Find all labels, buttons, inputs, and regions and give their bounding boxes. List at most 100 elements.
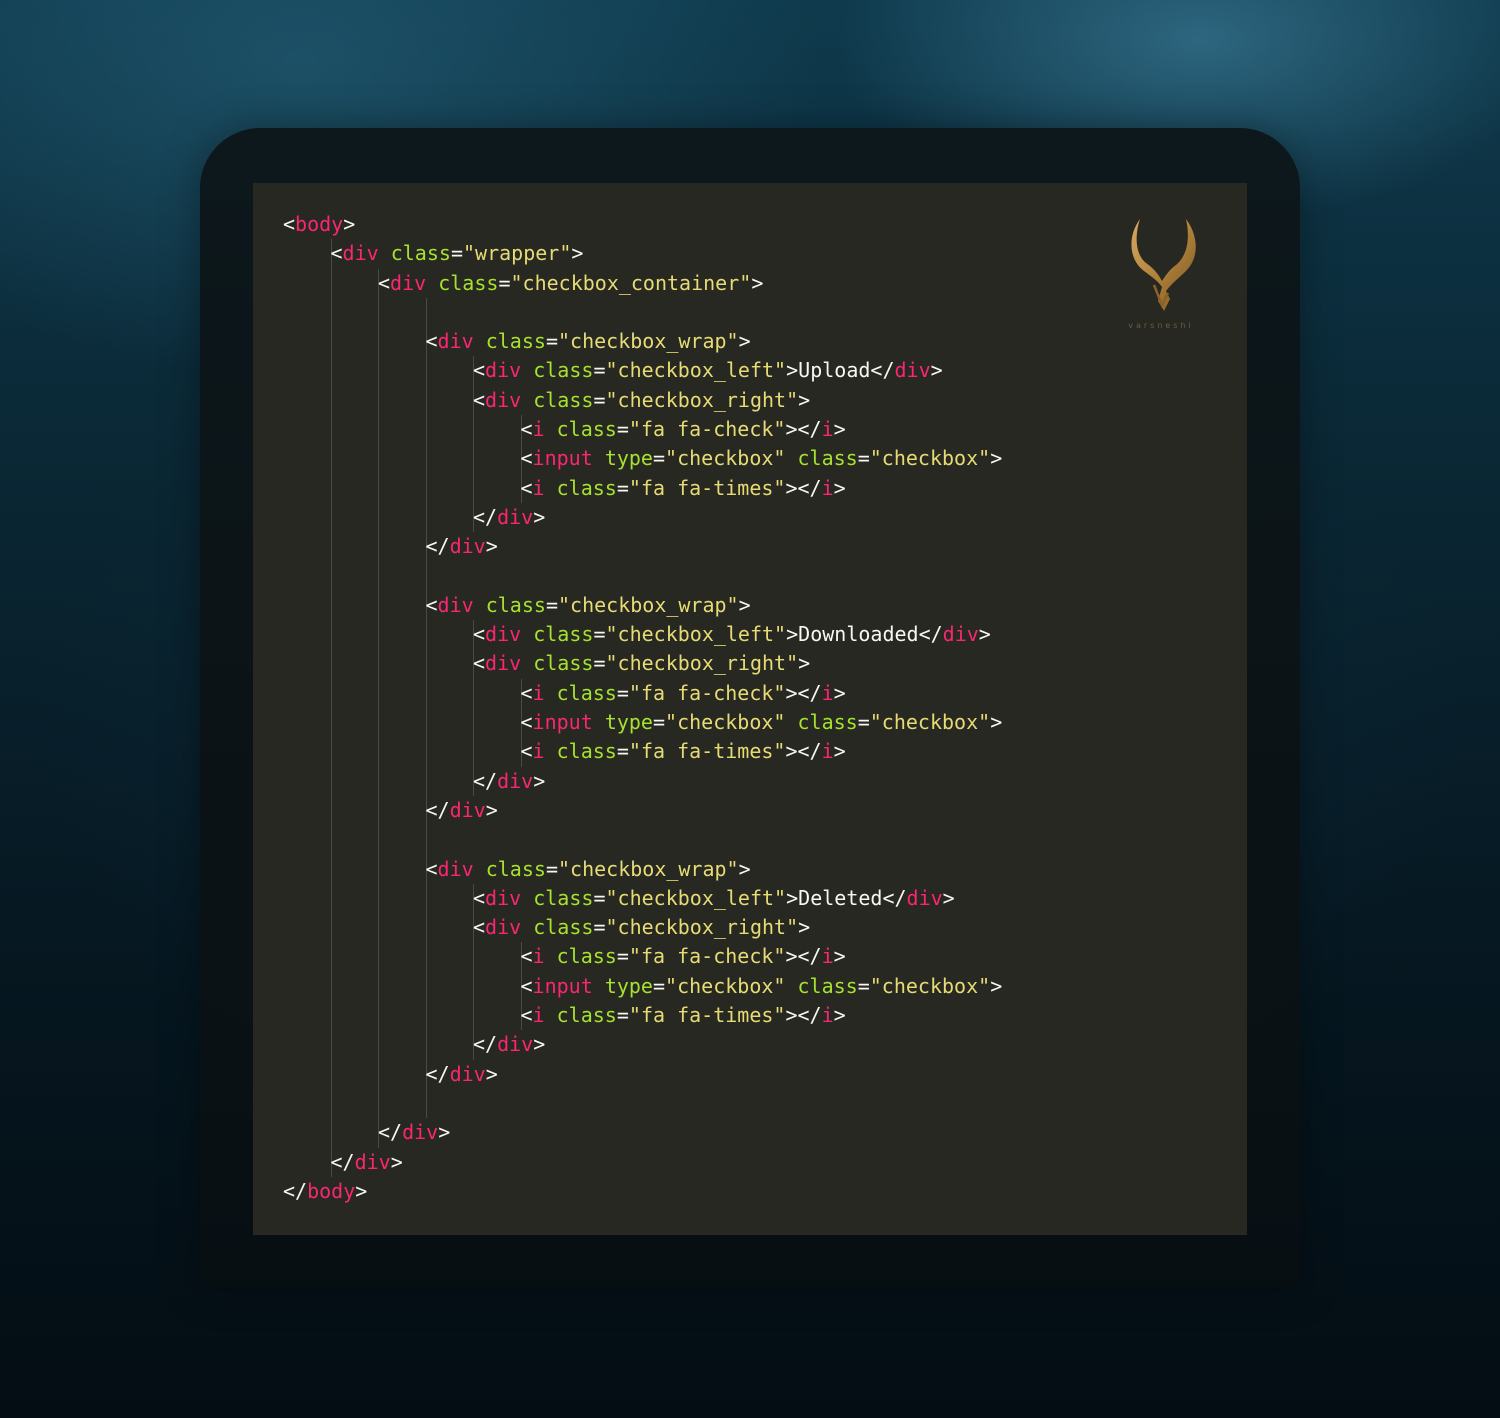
indent-guide	[378, 1001, 379, 1031]
indent-guide	[330, 356, 332, 386]
code-token-txt: Upload	[798, 358, 871, 383]
code-token-tag: div	[497, 768, 534, 793]
code-token-punc: </	[918, 622, 943, 647]
code-token-str: "checkbox"	[665, 446, 786, 471]
code-editor: <body> <div class="wrapper"> <div class="c…	[253, 183, 1247, 1235]
code-token-tag: div	[497, 1032, 534, 1057]
indent-guide	[473, 737, 474, 767]
indent-guide	[378, 795, 379, 826]
code-token-punc: >	[833, 1003, 846, 1028]
code-line: <body>	[283, 210, 801, 239]
code-token-attr: class	[797, 973, 858, 998]
code-line: <input type="checkbox" class="checkbox">	[283, 444, 1002, 474]
indent-guide	[378, 356, 379, 386]
code-token-tag: div	[906, 885, 943, 910]
code-line: <div class="checkbox_left">Upload</div>	[283, 356, 943, 386]
code-line: <i class="fa fa-times"></i>	[283, 473, 846, 503]
code-token-punc: >	[833, 739, 846, 764]
code-token-attr: class	[390, 241, 451, 266]
code-line-content: <div class="checkbox_right">	[473, 651, 810, 675]
code-token-punc: <	[520, 475, 533, 500]
indent-guide	[378, 678, 379, 709]
code-token-punc: ></	[785, 944, 822, 969]
code-line-content: <div class="checkbox_right">	[473, 388, 810, 412]
code-line-content: <body>	[283, 212, 355, 236]
indent-guide	[378, 1030, 379, 1060]
code-line-content: </div>	[426, 1062, 498, 1086]
code-token-punc: =	[498, 270, 511, 295]
code-token-punc: =	[616, 739, 629, 764]
code-token-tag: div	[354, 1149, 391, 1174]
code-token-str: "checkbox_container"	[510, 270, 752, 295]
indent-guide	[378, 883, 379, 914]
code-token-attr: class	[533, 885, 594, 910]
code-token-str: "checkbox_right"	[605, 915, 799, 940]
indent-guide	[330, 883, 332, 914]
code-token-punc: >	[738, 856, 751, 881]
code-token-str: "fa fa-times"	[628, 475, 786, 500]
code-token-tag: i	[821, 417, 834, 442]
antler-emblem-icon	[1131, 219, 1196, 311]
code-token-punc: =	[652, 446, 666, 471]
code-token-punc: </	[473, 504, 498, 529]
code-token-tag: i	[532, 739, 545, 764]
indent-guide	[473, 942, 474, 972]
code-token-tag: div	[449, 797, 486, 822]
code-line-content: </div>	[473, 1032, 545, 1056]
code-token-punc: </	[283, 1178, 308, 1203]
code-token-punc: </	[473, 768, 498, 793]
code-token-punc: >	[343, 212, 356, 236]
code-token-punc: </	[425, 1061, 450, 1086]
code-line: <div class="checkbox_wrap">	[283, 590, 801, 621]
code-line-content: <i class="fa fa-check"></i>	[521, 944, 846, 968]
code-token-punc: =	[616, 680, 629, 705]
code-line-content: <div class="checkbox_container">	[378, 271, 763, 295]
code-block: <body> <div class="wrapper"> <div class="c…	[283, 210, 1002, 1206]
code-token-punc: >	[833, 475, 846, 500]
code-line: <i class="fa fa-check"></i>	[283, 415, 846, 445]
code-token-str: "checkbox_left"	[605, 622, 787, 647]
code-token-attr: class	[556, 739, 617, 764]
code-line-content: <i class="fa fa-check"></i>	[521, 417, 846, 441]
code-token-punc: >	[833, 680, 846, 705]
code-line: <div class="wrapper">	[283, 239, 801, 269]
code-token-str: "checkbox_left"	[605, 885, 787, 910]
code-line-content: </div>	[473, 505, 545, 529]
code-token-punc: <	[520, 680, 533, 705]
code-token-punc: >	[798, 651, 811, 676]
code-token-punc: =	[593, 387, 606, 412]
indent-guide	[378, 590, 379, 621]
code-token-str: "checkbox"	[665, 973, 786, 998]
code-token-punc: >	[571, 241, 584, 266]
code-token-punc: </	[870, 358, 895, 383]
indent-guide	[378, 532, 379, 562]
code-token-attr: class	[556, 944, 617, 969]
code-token-tag: div	[485, 622, 522, 647]
code-line-content: <div class="checkbox_wrap">	[426, 857, 751, 881]
code-token-punc: >	[751, 270, 764, 295]
indent-guide	[378, 620, 379, 650]
code-token-punc: =	[593, 885, 606, 910]
code-token-punc: =	[593, 915, 606, 940]
indent-guide	[473, 678, 474, 709]
code-token-punc: >	[485, 797, 498, 822]
indent-guide	[425, 385, 427, 416]
indent-guide	[378, 649, 379, 679]
code-token-punc: <	[473, 358, 486, 383]
code-line: <div class="checkbox_right">	[283, 913, 810, 943]
code-token-tag: i	[821, 475, 834, 500]
code-token-punc: >	[533, 504, 546, 529]
code-token-punc: </	[425, 797, 450, 822]
code-token-punc: </	[473, 1032, 498, 1057]
code-line-content: </body>	[283, 1179, 367, 1203]
indent-guide	[425, 825, 427, 855]
code-token-punc: =	[593, 358, 606, 383]
code-token-punc: >	[990, 710, 1003, 735]
indent-guide	[425, 620, 427, 650]
code-line: </div>	[283, 766, 801, 796]
